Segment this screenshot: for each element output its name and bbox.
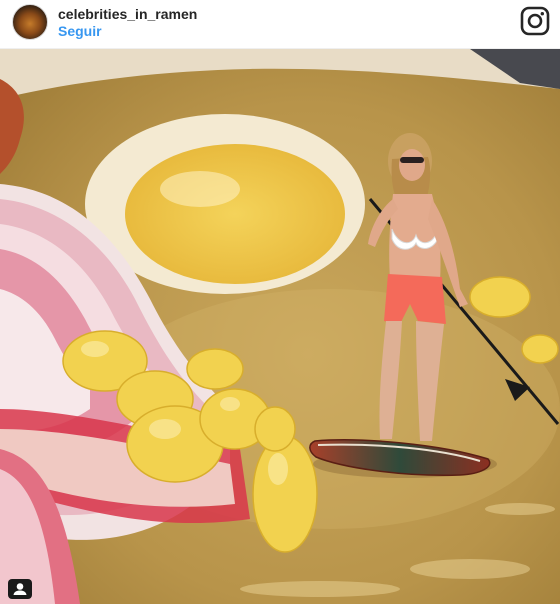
username-link[interactable]: celebrities_in_ramen	[58, 6, 197, 22]
user-tag-icon[interactable]	[8, 579, 32, 599]
follow-button[interactable]: Seguir	[58, 23, 102, 39]
instagram-icon[interactable]	[520, 6, 550, 36]
ramen-photo-illustration	[0, 49, 560, 604]
post-photo[interactable]	[0, 49, 560, 604]
post-header: celebrities_in_ramen Seguir	[0, 0, 560, 49]
profile-avatar[interactable]	[12, 4, 48, 40]
